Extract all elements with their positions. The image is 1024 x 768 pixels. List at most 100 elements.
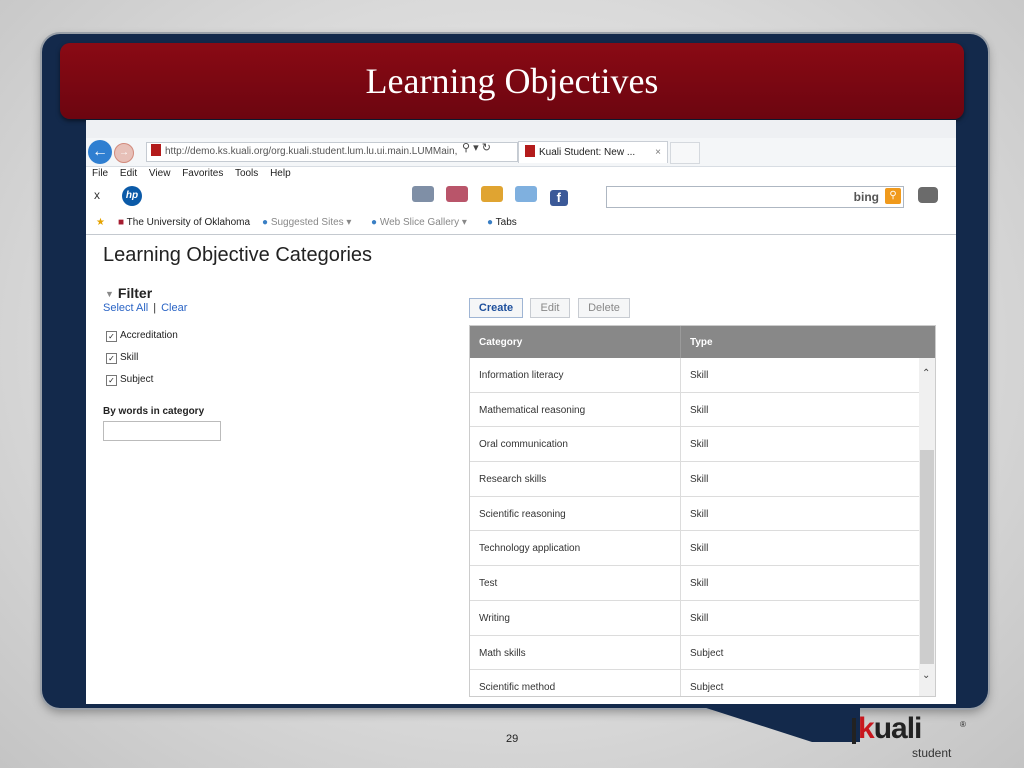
column-header-category[interactable]: Category xyxy=(479,337,522,348)
dropdown-icon[interactable]: ▾ xyxy=(473,142,479,154)
cell-type: Skill xyxy=(690,439,709,451)
close-tab-icon[interactable]: × xyxy=(655,142,661,164)
menu-edit[interactable]: Edit xyxy=(120,168,137,179)
search-icon[interactable]: ⚲ xyxy=(885,188,901,204)
menu-tools[interactable]: Tools xyxy=(235,168,258,179)
create-button[interactable]: Create xyxy=(469,298,523,318)
favorites-bar: ★ ■ The University of Oklahoma ● Suggest… xyxy=(86,212,956,235)
table-scrollbar[interactable]: ⌃ ⌄ xyxy=(919,358,935,696)
table-row[interactable]: Scientific reasoning Skill xyxy=(470,496,919,532)
cell-type: Subject xyxy=(690,647,724,659)
column-divider xyxy=(680,358,681,392)
filter-links: Select All | Clear xyxy=(103,302,187,314)
cell-type: Skill xyxy=(690,578,709,590)
column-divider xyxy=(680,496,681,531)
delete-button[interactable]: Delete xyxy=(578,298,630,318)
checkbox-label: Subject xyxy=(120,374,154,385)
chevron-up-icon[interactable]: ⌃ xyxy=(922,368,930,379)
edit-button[interactable]: Edit xyxy=(530,298,570,318)
words-in-category-input[interactable] xyxy=(103,421,221,441)
toolbar: x hp f bing ⚲ xyxy=(86,182,956,208)
favorite-ou[interactable]: ■ The University of Oklahoma xyxy=(118,217,250,228)
logo-wedge xyxy=(700,706,860,742)
logo-brand: uali xyxy=(873,712,923,745)
cell-type: Skill xyxy=(690,508,709,520)
table-row[interactable]: Technology application Skill xyxy=(470,531,919,567)
new-tab-button[interactable] xyxy=(670,142,700,164)
send-icon[interactable] xyxy=(515,186,538,202)
cell-category: Mathematical reasoning xyxy=(479,404,586,416)
table-row[interactable]: Scientific method Subject xyxy=(470,670,919,696)
hp-logo-icon[interactable]: hp xyxy=(122,186,142,206)
logo-bar xyxy=(852,718,856,744)
tools-icon[interactable] xyxy=(918,187,938,203)
filter-link-separator: | xyxy=(153,302,157,314)
cell-type: Skill xyxy=(690,370,709,381)
checkbox-box[interactable]: ✓ xyxy=(106,353,117,364)
window-title-strip xyxy=(86,120,956,138)
table-row[interactable]: Math skills Subject xyxy=(470,635,919,671)
checkbox-box[interactable]: ✓ xyxy=(106,331,117,342)
table-row[interactable]: Information literacy Skill xyxy=(470,358,919,393)
facebook-icon[interactable]: f xyxy=(549,190,568,206)
column-divider xyxy=(680,600,681,635)
column-divider xyxy=(680,392,681,427)
filter-title[interactable]: ▼ Filter xyxy=(105,285,152,301)
select-all-link[interactable]: Select All xyxy=(103,302,148,314)
scrollbar-thumb[interactable] xyxy=(920,450,934,664)
clear-link[interactable]: Clear xyxy=(161,302,187,314)
browser-tab[interactable]: Kuali Student: New ... × xyxy=(518,141,668,163)
feeds-icon[interactable] xyxy=(412,186,434,202)
menu-view[interactable]: View xyxy=(149,168,171,179)
column-header-type[interactable]: Type xyxy=(690,337,713,348)
cell-category: Oral communication xyxy=(479,439,568,451)
cell-category: Research skills xyxy=(479,474,547,486)
forward-arrow-icon[interactable]: → xyxy=(114,143,134,163)
weather-icon[interactable] xyxy=(480,186,503,202)
cell-type: Subject xyxy=(690,682,724,694)
logo-registered: ® xyxy=(960,720,966,729)
tab-title: Kuali Student: New ... xyxy=(539,147,636,158)
column-divider xyxy=(680,462,681,496)
cell-type: Skill xyxy=(690,543,709,555)
checkbox-skill[interactable]: ✓ Skill xyxy=(106,352,138,364)
table-row[interactable]: Mathematical reasoning Skill xyxy=(470,392,919,428)
favorite-suggested-sites[interactable]: ● Suggested Sites ▾ xyxy=(262,217,351,228)
cell-category: Scientific reasoning xyxy=(479,508,566,520)
table-header: Category Type xyxy=(470,326,935,358)
search-icon[interactable]: ⚲ xyxy=(462,142,470,154)
kuali-student-logo: kuali ® student xyxy=(850,712,974,762)
address-controls[interactable]: ⚲ ▾ ↻ xyxy=(462,141,491,154)
ie-page-icon: ● xyxy=(371,217,378,228)
checkbox-box[interactable]: ✓ xyxy=(106,375,117,386)
cell-category: Writing xyxy=(479,612,510,624)
close-toolbar-button[interactable]: x xyxy=(94,188,100,202)
collapse-triangle-icon[interactable]: ▼ xyxy=(105,289,114,299)
cell-category: Information literacy xyxy=(479,370,564,381)
address-url: http://demo.ks.kuali.org/org.kuali.stude… xyxy=(165,146,458,157)
chevron-down-icon[interactable]: ⌄ xyxy=(922,670,930,681)
back-arrow-icon[interactable]: ← xyxy=(88,140,112,164)
filter-title-label: Filter xyxy=(117,285,153,301)
menu-favorites[interactable]: Favorites xyxy=(182,168,223,179)
refresh-icon[interactable]: ↻ xyxy=(482,142,491,154)
mail-icon[interactable] xyxy=(446,186,469,202)
table-row[interactable]: Writing Skill xyxy=(470,600,919,636)
ie-page-icon: ● xyxy=(487,217,494,228)
table-row[interactable]: Research skills Skill xyxy=(470,462,919,497)
checkbox-accreditation[interactable]: ✓ Accreditation xyxy=(106,330,178,342)
checkbox-label: Skill xyxy=(120,352,139,363)
ou-icon: ■ xyxy=(118,217,125,228)
table-row[interactable]: Oral communication Skill xyxy=(470,427,919,463)
favorite-tabs[interactable]: ● Tabs xyxy=(487,217,517,228)
kuali-favicon-icon xyxy=(151,144,161,156)
favorite-web-slice[interactable]: ● Web Slice Gallery ▾ xyxy=(371,217,467,228)
menu-help[interactable]: Help xyxy=(270,168,291,179)
bing-search-input[interactable]: bing ⚲ xyxy=(606,186,904,208)
checkbox-subject[interactable]: ✓ Subject xyxy=(106,374,153,386)
cell-category: Test xyxy=(479,578,498,590)
menu-file[interactable]: File xyxy=(92,168,108,179)
logo-student: student xyxy=(912,746,952,760)
table-row[interactable]: Test Skill xyxy=(470,566,919,601)
favorites-star-icon[interactable]: ★ xyxy=(96,217,105,228)
